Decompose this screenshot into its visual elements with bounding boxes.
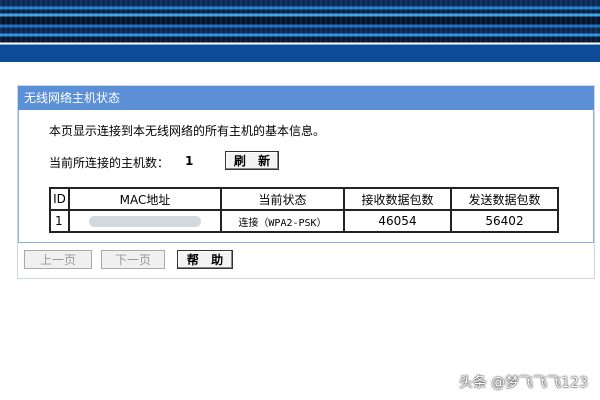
host-count-value: 1 (185, 154, 194, 168)
refresh-button[interactable]: 刷 新 (225, 151, 279, 170)
watermark-text: 头条 @梦飞飞飞123 (458, 375, 588, 391)
panel-title: 无线网络主机状态 (18, 86, 594, 110)
col-header-status: 当前状态 (220, 187, 345, 211)
host-table: ID MAC地址 当前状态 接收数据包数 发送数据包数 1 连接（WPA2-PS… (49, 187, 559, 233)
mac-redacted-blur (89, 216, 201, 227)
table-row: 1 连接（WPA2-PSK） 46054 56402 (49, 209, 559, 233)
next-page-button[interactable]: 下一页 (101, 250, 165, 269)
prev-page-button[interactable]: 上一页 (24, 250, 92, 269)
help-button[interactable]: 帮 助 (177, 250, 233, 269)
row-id: 1 (49, 209, 70, 233)
row-received: 46054 (343, 209, 452, 233)
panel-body: 本页显示连接到本无线网络的所有主机的基本信息。 当前所连接的主机数： 1 刷 新… (18, 110, 594, 242)
page-description: 本页显示连接到本无线网络的所有主机的基本信息。 (49, 124, 326, 138)
banner-stripes (0, 0, 600, 43)
col-header-received: 接收数据包数 (343, 187, 452, 211)
wireless-host-status-panel: 无线网络主机状态 本页显示连接到本无线网络的所有主机的基本信息。 当前所连接的主… (17, 85, 595, 279)
host-count-label: 当前所连接的主机数： (49, 156, 170, 170)
col-header-id: ID (49, 187, 70, 211)
row-mac (68, 209, 222, 233)
panel-footer: 上一页 下一页 帮 助 (18, 242, 594, 277)
table-header-row: ID MAC地址 当前状态 接收数据包数 发送数据包数 (49, 187, 559, 211)
router-banner (0, 0, 600, 62)
col-header-sent: 发送数据包数 (450, 187, 559, 211)
row-status: 连接（WPA2-PSK） (220, 209, 345, 233)
col-header-mac: MAC地址 (68, 187, 222, 211)
row-sent: 56402 (450, 209, 559, 233)
